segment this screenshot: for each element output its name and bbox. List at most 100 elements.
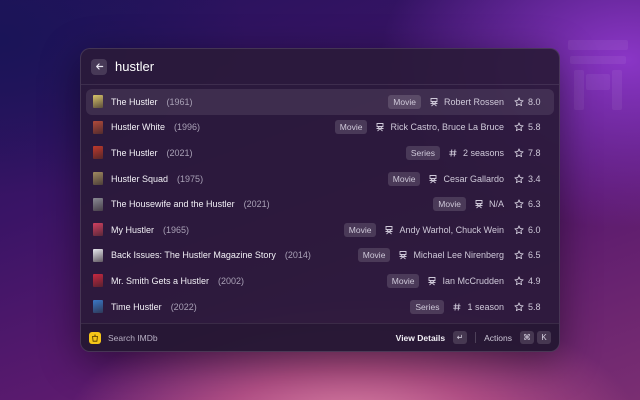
result-meta: Ian McCrudden: [427, 276, 504, 286]
action-bar: Search IMDb View Details ↵ Actions ⌘ K: [81, 323, 559, 351]
result-meta-text: 1 season: [467, 301, 504, 312]
result-title: Hustler White: [111, 122, 166, 133]
star-icon: [514, 301, 524, 311]
imdb-icon: [89, 331, 101, 344]
result-meta: 2 seasons: [448, 148, 504, 158]
rating-value: 6.5: [528, 250, 541, 261]
poster-thumbnail: [93, 248, 103, 262]
result-meta: 1 season: [452, 302, 504, 312]
type-badge: Series: [410, 299, 445, 314]
rating-value: 8.0: [528, 96, 541, 107]
rating-value: 5.8: [528, 122, 541, 133]
rating-value: 6.3: [528, 199, 541, 210]
director-chair-icon: [428, 277, 436, 286]
result-row[interactable]: The Housewife and the Hustler (2021) Movie…: [86, 191, 554, 217]
poster-thumbnail: [93, 95, 103, 109]
director-chair-icon: [475, 200, 483, 209]
result-title: The Hustler: [111, 147, 158, 158]
director-chair-icon: [385, 225, 393, 235]
extension-label: Search IMDb: [108, 332, 158, 343]
type-badge: Movie: [343, 222, 377, 237]
result-title: Hustler Squad: [111, 173, 169, 184]
type-badge: Movie: [334, 120, 368, 135]
result-row[interactable]: Hustler Squad (1975) Movie Cesar Gallardo 3.…: [86, 166, 554, 192]
result-title: Time Hustler: [111, 301, 162, 312]
result-year: (2014): [284, 250, 311, 261]
k-key-hint: K: [537, 331, 551, 344]
poster-thumbnail: [93, 146, 103, 160]
result-year: (2002): [218, 275, 245, 286]
director-chair-icon: [429, 174, 437, 183]
result-title: Mr. Smith Gets a Hustler: [111, 275, 210, 286]
command-key-hint: ⌘: [520, 331, 534, 344]
result-rating: 5.8: [514, 302, 548, 312]
result-row[interactable]: Time Hustler (2022) Series 1 season 5.8: [86, 294, 554, 320]
result-meta: Rick Castro, Bruce La Bruce: [375, 122, 504, 132]
hash-icon: [453, 302, 461, 311]
result-meta: Andy Warhol, Chuck Wein: [384, 225, 504, 235]
result-row[interactable]: My Hustler (1965) Movie Andy Warhol, Chuck …: [86, 217, 554, 243]
poster-thumbnail: [93, 300, 103, 314]
type-badge: Movie: [357, 248, 391, 263]
result-rating: 7.8: [514, 148, 548, 158]
star-icon: [514, 174, 524, 183]
result-meta: Robert Rossen: [429, 97, 504, 107]
view-details-button[interactable]: View Details: [396, 333, 445, 343]
results-list: The Hustler (1961) Movie Robert Rossen 8.0 Hu…: [81, 85, 559, 319]
background-decoration: [568, 40, 628, 110]
result-meta-text: Cesar Gallardo: [443, 173, 504, 184]
type-badge: Movie: [388, 94, 421, 109]
search-input[interactable]: [115, 56, 415, 77]
result-row[interactable]: The Hustler (2021) Series 2 seasons 7.8: [86, 140, 554, 166]
actions-button[interactable]: Actions: [484, 333, 512, 343]
result-title: Back Issues: The Hustler Magazine Story: [111, 250, 276, 261]
director-chair-icon: [430, 97, 438, 107]
poster-thumbnail: [93, 197, 103, 211]
director-chair-icon: [399, 251, 407, 260]
back-button[interactable]: [91, 58, 107, 75]
result-meta-text: Robert Rossen: [443, 96, 504, 107]
result-rating: 6.5: [514, 250, 548, 260]
star-icon: [514, 97, 524, 106]
result-title: My Hustler: [111, 224, 155, 235]
result-title: The Housewife and the Hustler: [111, 199, 235, 210]
result-meta-text: N/A: [488, 199, 504, 210]
search-bar: [81, 49, 559, 85]
result-year: (1965): [163, 224, 190, 235]
trash-bin-icon: [92, 334, 98, 342]
result-meta-text: Andy Warhol, Chuck Wein: [399, 224, 504, 235]
result-row[interactable]: The Hustler (1961) Movie Robert Rossen 8.0: [86, 89, 554, 115]
rating-value: 7.8: [528, 147, 541, 158]
star-icon: [514, 148, 524, 158]
type-badge: Movie: [433, 197, 466, 212]
result-meta-text: Ian McCrudden: [442, 275, 504, 286]
result-meta: Cesar Gallardo: [428, 174, 504, 184]
result-year: (2021): [243, 199, 270, 210]
result-year: (2022): [170, 301, 197, 312]
result-meta: N/A: [474, 199, 504, 209]
type-badge: Movie: [386, 273, 420, 288]
result-row[interactable]: Back Issues: The Hustler Magazine Story (…: [86, 243, 554, 269]
result-rating: 6.0: [514, 225, 548, 235]
poster-thumbnail: [93, 120, 103, 134]
result-rating: 6.3: [514, 199, 548, 209]
result-year: (1996): [174, 122, 201, 133]
result-row[interactable]: Mr. Smith Gets a Hustler (2002) Movie Ian M…: [86, 268, 554, 294]
type-badge: Movie: [387, 171, 421, 186]
result-rating: 3.4: [514, 174, 548, 184]
result-year: (2021): [166, 147, 193, 158]
rating-value: 5.8: [528, 301, 541, 312]
rating-value: 6.0: [528, 224, 541, 235]
hash-icon: [449, 149, 457, 157]
result-row[interactable]: Hustler White (1996) Movie Rick Castro, Bru…: [86, 115, 554, 141]
poster-thumbnail: [93, 223, 103, 237]
arrow-left-icon: [95, 63, 103, 70]
enter-key-hint: ↵: [453, 331, 468, 344]
result-meta-text: Michael Lee Nirenberg: [413, 250, 504, 261]
result-year: (1975): [177, 173, 204, 184]
search-window: The Hustler (1961) Movie Robert Rossen 8.0 Hu…: [80, 48, 560, 352]
rating-value: 3.4: [528, 173, 541, 184]
poster-thumbnail: [93, 274, 103, 288]
result-rating: 5.8: [514, 122, 548, 132]
rating-value: 4.9: [528, 275, 541, 286]
